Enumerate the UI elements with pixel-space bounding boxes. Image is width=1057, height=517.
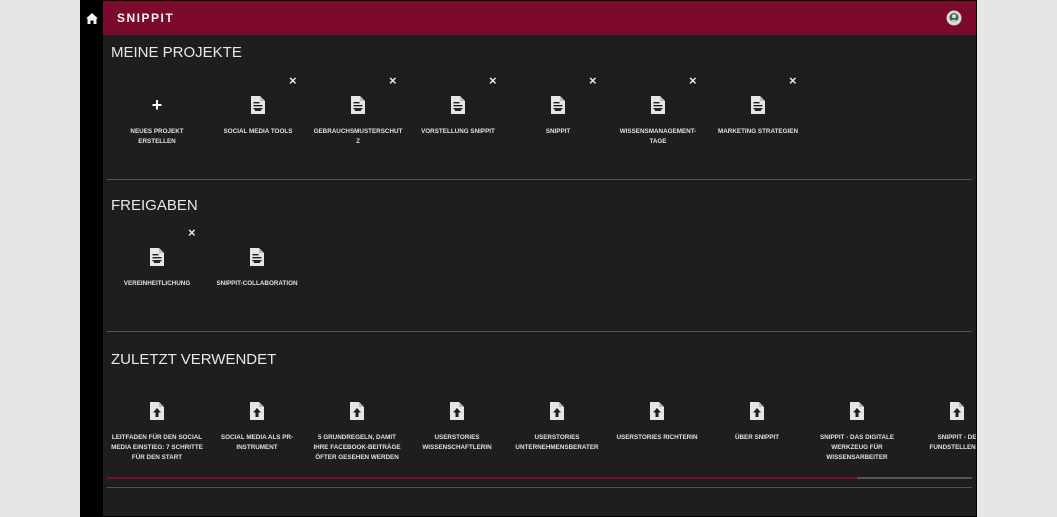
section-title-recent: ZULETZT VERWENDET [111, 351, 277, 368]
project-label: GEBRAUCHSMUSTERSCHUTZ [313, 128, 403, 145]
home-button[interactable] [84, 11, 100, 25]
document-icon [251, 96, 265, 114]
document-icon [150, 248, 164, 266]
shared-project-tile[interactable]: SNIPPIT-COLLABORATION [207, 243, 307, 289]
file-upload-icon [950, 402, 964, 420]
project-open-button[interactable] [308, 91, 408, 119]
section-divider [107, 487, 972, 488]
recent-item-open-button[interactable] [507, 397, 607, 425]
document-icon [551, 96, 565, 114]
file-upload-icon [750, 402, 764, 420]
project-label: SOCIAL MEDIA TOOLS [223, 128, 293, 135]
shared-project-label: SNIPPIT-COLLABORATION [216, 280, 298, 287]
user-menu-button[interactable] [946, 10, 962, 26]
shared-project-tile[interactable]: VEREINHEITLICHUNG [107, 243, 207, 289]
recent-item-label: SNIPPIT - DAS DIGITALE WERKZEUG FÜR WISS… [819, 434, 895, 461]
shared-project-open-button[interactable] [207, 243, 307, 271]
recent-item-open-button[interactable] [207, 397, 307, 425]
recent-item-label: USERSTORIES RICHTERIN [616, 434, 698, 441]
project-tile[interactable]: MARKETING STRATEGIEN [708, 91, 808, 137]
new-project-button[interactable]: + [107, 91, 207, 119]
file-upload-icon [350, 402, 364, 420]
project-label: SNIPPIT [545, 128, 571, 135]
app-frame: SNIPPIT MEINE PROJEKTE + NEUES PROJEKT E… [80, 0, 977, 517]
recent-item-label: USERSTORIES UNTERNEHMENSBERATER [515, 434, 599, 451]
project-tile[interactable]: SNIPPIT [508, 91, 608, 137]
recent-item-label: ÜBER SNIPPIT [734, 434, 780, 441]
recent-item-open-button[interactable] [807, 397, 907, 425]
file-upload-icon [850, 402, 864, 420]
shared-project-open-button[interactable] [107, 243, 207, 271]
recent-item-tile[interactable]: SOCIAL MEDIA ALS PR-INSTRUMENT [207, 397, 307, 453]
horizontal-scrollbar[interactable] [107, 477, 972, 479]
recent-item-open-button[interactable] [407, 397, 507, 425]
document-icon [651, 96, 665, 114]
document-icon [751, 96, 765, 114]
recent-item-tile[interactable]: ÜBER SNIPPIT [707, 397, 807, 443]
file-upload-icon [450, 402, 464, 420]
project-open-button[interactable] [508, 91, 608, 119]
file-upload-icon [250, 402, 264, 420]
recent-item-open-button[interactable] [607, 397, 707, 425]
recent-item-open-button[interactable] [307, 397, 407, 425]
project-tile[interactable]: WISSENSMANAGEMENT-TAGE [608, 91, 708, 147]
scrollbar-thumb[interactable] [107, 477, 857, 479]
project-label: VORSTELLUNG SNIPPIT [421, 128, 495, 135]
project-label: WISSENSMANAGEMENT-TAGE [619, 128, 697, 145]
delete-project-button[interactable]: × [389, 74, 397, 87]
recent-item-label: SNIPPIT - DE FUNDSTELLENSA [929, 434, 977, 451]
delete-project-button[interactable]: × [289, 74, 297, 87]
delete-project-button[interactable]: × [689, 74, 697, 87]
recent-item-open-button[interactable] [707, 397, 807, 425]
project-open-button[interactable] [708, 91, 808, 119]
plus-icon: + [151, 94, 163, 115]
delete-project-button[interactable]: × [489, 74, 497, 87]
recent-item-tile[interactable]: LEITFADEN FÜR DEN SOCIAL MEDIA EINSTIEG:… [107, 397, 207, 463]
recent-item-label: USERSTORIES WISSENSCHAFTLERIN [422, 434, 492, 451]
top-bar: SNIPPIT [103, 1, 976, 35]
project-open-button[interactable] [408, 91, 508, 119]
project-open-button[interactable] [608, 91, 708, 119]
document-icon [451, 96, 465, 114]
recent-item-tile[interactable]: USERSTORIES WISSENSCHAFTLERIN [407, 397, 507, 453]
brand-logo[interactable]: SNIPPIT [117, 11, 174, 25]
recent-item-tile[interactable]: USERSTORIES UNTERNEHMENSBERATER [507, 397, 607, 453]
recent-item-tile[interactable]: SNIPPIT - DE FUNDSTELLENSA [907, 397, 977, 453]
document-icon [351, 96, 365, 114]
dashboard-content: MEINE PROJEKTE + NEUES PROJEKT ERSTELLEN… [103, 35, 976, 516]
section-divider [107, 331, 972, 332]
project-tile[interactable]: SOCIAL MEDIA TOOLS [208, 91, 308, 137]
user-avatar-icon [946, 10, 962, 26]
section-title-shares: FREIGABEN [111, 197, 198, 214]
section-divider [107, 179, 972, 180]
delete-project-button[interactable]: × [589, 74, 597, 87]
delete-shared-project-button[interactable]: × [188, 226, 196, 239]
home-icon [86, 12, 98, 24]
new-project-label: NEUES PROJEKT ERSTELLEN [130, 128, 184, 145]
document-icon [250, 248, 264, 266]
recent-item-label: LEITFADEN FÜR DEN SOCIAL MEDIA EINSTIEG:… [111, 434, 203, 461]
project-open-button[interactable] [208, 91, 308, 119]
recent-item-tile[interactable]: 5 GRUNDREGELN, DAMIT IHRE FACEBOOK-BEITR… [307, 397, 407, 463]
recent-item-tile[interactable]: SNIPPIT - DAS DIGITALE WERKZEUG FÜR WISS… [807, 397, 907, 463]
file-upload-icon [150, 402, 164, 420]
recent-item-label: SOCIAL MEDIA ALS PR-INSTRUMENT [220, 434, 294, 451]
sidebar [81, 1, 103, 516]
recent-item-label: 5 GRUNDREGELN, DAMIT IHRE FACEBOOK-BEITR… [313, 434, 401, 461]
project-tile[interactable]: VORSTELLUNG SNIPPIT [408, 91, 508, 137]
section-title-projects: MEINE PROJEKTE [111, 44, 242, 61]
new-project-tile[interactable]: + NEUES PROJEKT ERSTELLEN [107, 91, 207, 147]
project-tile[interactable]: GEBRAUCHSMUSTERSCHUTZ [308, 91, 408, 147]
recent-item-open-button[interactable] [907, 397, 976, 425]
delete-project-button[interactable]: × [789, 74, 797, 87]
file-upload-icon [550, 402, 564, 420]
file-upload-icon [650, 402, 664, 420]
recent-item-open-button[interactable] [107, 397, 207, 425]
recent-item-tile[interactable]: USERSTORIES RICHTERIN [607, 397, 707, 443]
shared-project-label: VEREINHEITLICHUNG [123, 280, 191, 287]
project-label: MARKETING STRATEGIEN [718, 128, 798, 135]
